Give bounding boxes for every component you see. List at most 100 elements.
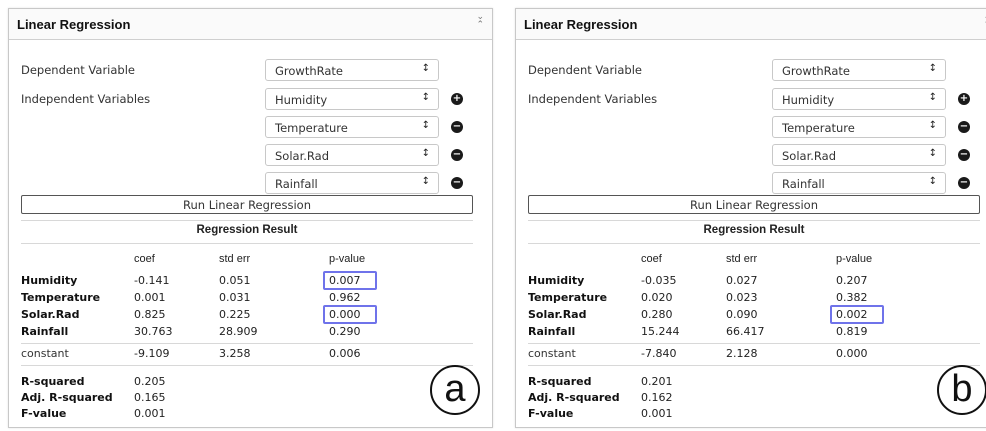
sort-arrows-icon: ↕ bbox=[928, 176, 937, 187]
sort-arrows-icon: ↕ bbox=[421, 176, 430, 187]
dependent-variable-label: Dependent Variable bbox=[21, 63, 135, 77]
significant-p-value-highlight bbox=[830, 305, 884, 324]
select-value: Rainfall bbox=[782, 177, 825, 191]
std-err-value: 0.090 bbox=[726, 308, 758, 321]
coef-value: 0.001 bbox=[134, 291, 166, 304]
regression-result-title: Regression Result bbox=[703, 224, 805, 236]
minus-circle-icon[interactable]: − bbox=[958, 149, 970, 161]
minus-circle-icon[interactable]: − bbox=[958, 121, 970, 133]
significant-p-value-highlight bbox=[323, 271, 377, 290]
significant-p-value-highlight bbox=[323, 305, 377, 324]
regression-result-title: Regression Result bbox=[196, 224, 298, 236]
independent-variable-select[interactable]: Solar.Rad ↕ bbox=[265, 144, 439, 166]
coef-value: 0.825 bbox=[134, 308, 166, 321]
result-header-divider bbox=[21, 243, 473, 244]
std-err-value: 0.225 bbox=[219, 308, 251, 321]
coef-value: 15.244 bbox=[641, 325, 680, 338]
stat-value: 0.205 bbox=[134, 375, 166, 388]
p-value-column-header: p-value bbox=[329, 253, 366, 265]
stat-label: R-squared bbox=[21, 375, 85, 388]
coef-column-header: coef bbox=[641, 253, 662, 265]
independent-variable-select[interactable]: Solar.Rad ↕ bbox=[772, 144, 946, 166]
row-variable-name: Humidity bbox=[21, 274, 78, 287]
linear-regression-panel: Linear Regression⌄⌃Dependent VariableInd… bbox=[515, 8, 986, 428]
minus-circle-icon[interactable]: − bbox=[451, 177, 463, 189]
select-value: Temperature bbox=[275, 121, 348, 135]
constant-divider bbox=[21, 343, 473, 344]
sort-arrows-icon: ↕ bbox=[421, 63, 430, 74]
constant-label: constant bbox=[528, 347, 576, 360]
row-variable-name: Humidity bbox=[528, 274, 585, 287]
constant-p-value: 0.000 bbox=[836, 347, 868, 360]
dependent-variable-select[interactable]: GrowthRate ↕ bbox=[265, 59, 439, 81]
stat-label: Adj. R-squared bbox=[528, 391, 620, 404]
row-variable-name: Temperature bbox=[21, 291, 101, 304]
panel-letter-label: a bbox=[430, 365, 480, 415]
std-err-value: 0.031 bbox=[219, 291, 251, 304]
sort-arrows-icon: ↕ bbox=[928, 148, 937, 159]
independent-variable-select[interactable]: Humidity ↕ bbox=[265, 88, 439, 110]
panel-header: Linear Regression ⌄⌃ bbox=[9, 9, 492, 40]
sort-arrows-icon: ↕ bbox=[928, 120, 937, 131]
std-err-value: 28.909 bbox=[219, 325, 258, 338]
row-variable-name: Rainfall bbox=[528, 325, 576, 338]
dependent-variable-select[interactable]: GrowthRate ↕ bbox=[772, 59, 946, 81]
plus-circle-icon[interactable]: + bbox=[958, 93, 970, 105]
std-err-value: 0.027 bbox=[726, 274, 758, 287]
independent-variables-label: Independent Variables bbox=[528, 92, 658, 106]
std-err-value: 0.051 bbox=[219, 274, 251, 287]
dependent-variable-label: Dependent Variable bbox=[528, 63, 642, 77]
independent-variable-select[interactable]: Temperature ↕ bbox=[772, 116, 946, 138]
select-value: Humidity bbox=[782, 93, 835, 107]
sort-arrows-icon: ↕ bbox=[421, 148, 430, 159]
p-value: 0.290 bbox=[329, 325, 361, 338]
constant-p-value: 0.006 bbox=[329, 347, 361, 360]
row-variable-name: Temperature bbox=[528, 291, 608, 304]
coef-value: 0.280 bbox=[641, 308, 673, 321]
select-value: Solar.Rad bbox=[782, 149, 836, 163]
coef-value: 30.763 bbox=[134, 325, 173, 338]
minus-circle-icon[interactable]: − bbox=[451, 149, 463, 161]
run-linear-regression-button[interactable]: Run Linear Regression bbox=[21, 195, 473, 214]
linear-regression-panel: Linear Regression ⌄⌃ Dependent Variable Ind… bbox=[8, 8, 493, 428]
constant-std-err-value: 3.258 bbox=[219, 347, 251, 360]
result-divider bbox=[21, 220, 473, 221]
minus-circle-icon[interactable]: − bbox=[958, 177, 970, 189]
independent-variables-label: Independent Variables bbox=[21, 92, 151, 106]
p-value: 0.382 bbox=[836, 291, 868, 304]
run-linear-regression-button[interactable]: Run Linear Regression bbox=[528, 195, 980, 214]
stat-value: 0.001 bbox=[641, 407, 673, 420]
constant-label: constant bbox=[21, 347, 69, 360]
plus-circle-icon[interactable]: + bbox=[451, 93, 463, 105]
constant-coef-value: -7.840 bbox=[641, 347, 677, 360]
select-value: Solar.Rad bbox=[275, 149, 329, 163]
p-value: 0.962 bbox=[329, 291, 361, 304]
std-err-value: 66.417 bbox=[726, 325, 765, 338]
sort-arrows-icon: ↕ bbox=[421, 92, 430, 103]
select-value: Humidity bbox=[275, 93, 328, 107]
collapse-chevrons-icon[interactable]: ⌄⌃ bbox=[476, 13, 484, 30]
stat-value: 0.201 bbox=[641, 375, 673, 388]
independent-variable-select[interactable]: Rainfall ↕ bbox=[772, 172, 946, 194]
row-variable-name: Rainfall bbox=[21, 325, 69, 338]
minus-circle-icon[interactable]: − bbox=[451, 121, 463, 133]
panel-title: Linear Regression bbox=[17, 17, 131, 32]
stat-value: 0.165 bbox=[134, 391, 166, 404]
stat-label: F-value bbox=[21, 407, 67, 420]
coef-value: 0.020 bbox=[641, 291, 673, 304]
constant-coef-value: -9.109 bbox=[134, 347, 170, 360]
stat-value: 0.001 bbox=[134, 407, 166, 420]
row-variable-name: Solar.Rad bbox=[528, 308, 587, 321]
coef-column-header: coef bbox=[134, 253, 155, 265]
independent-variable-select[interactable]: Humidity ↕ bbox=[772, 88, 946, 110]
independent-variable-select[interactable]: Rainfall ↕ bbox=[265, 172, 439, 194]
select-value: Rainfall bbox=[275, 177, 318, 191]
independent-variable-select[interactable]: Temperature ↕ bbox=[265, 116, 439, 138]
constant-std-err-value: 2.128 bbox=[726, 347, 758, 360]
select-value: Temperature bbox=[782, 121, 855, 135]
stat-label: Adj. R-squared bbox=[21, 391, 113, 404]
stat-label: R-squared bbox=[528, 375, 592, 388]
coef-value: -0.035 bbox=[641, 274, 677, 287]
sort-arrows-icon: ↕ bbox=[928, 92, 937, 103]
select-value: GrowthRate bbox=[782, 64, 850, 78]
